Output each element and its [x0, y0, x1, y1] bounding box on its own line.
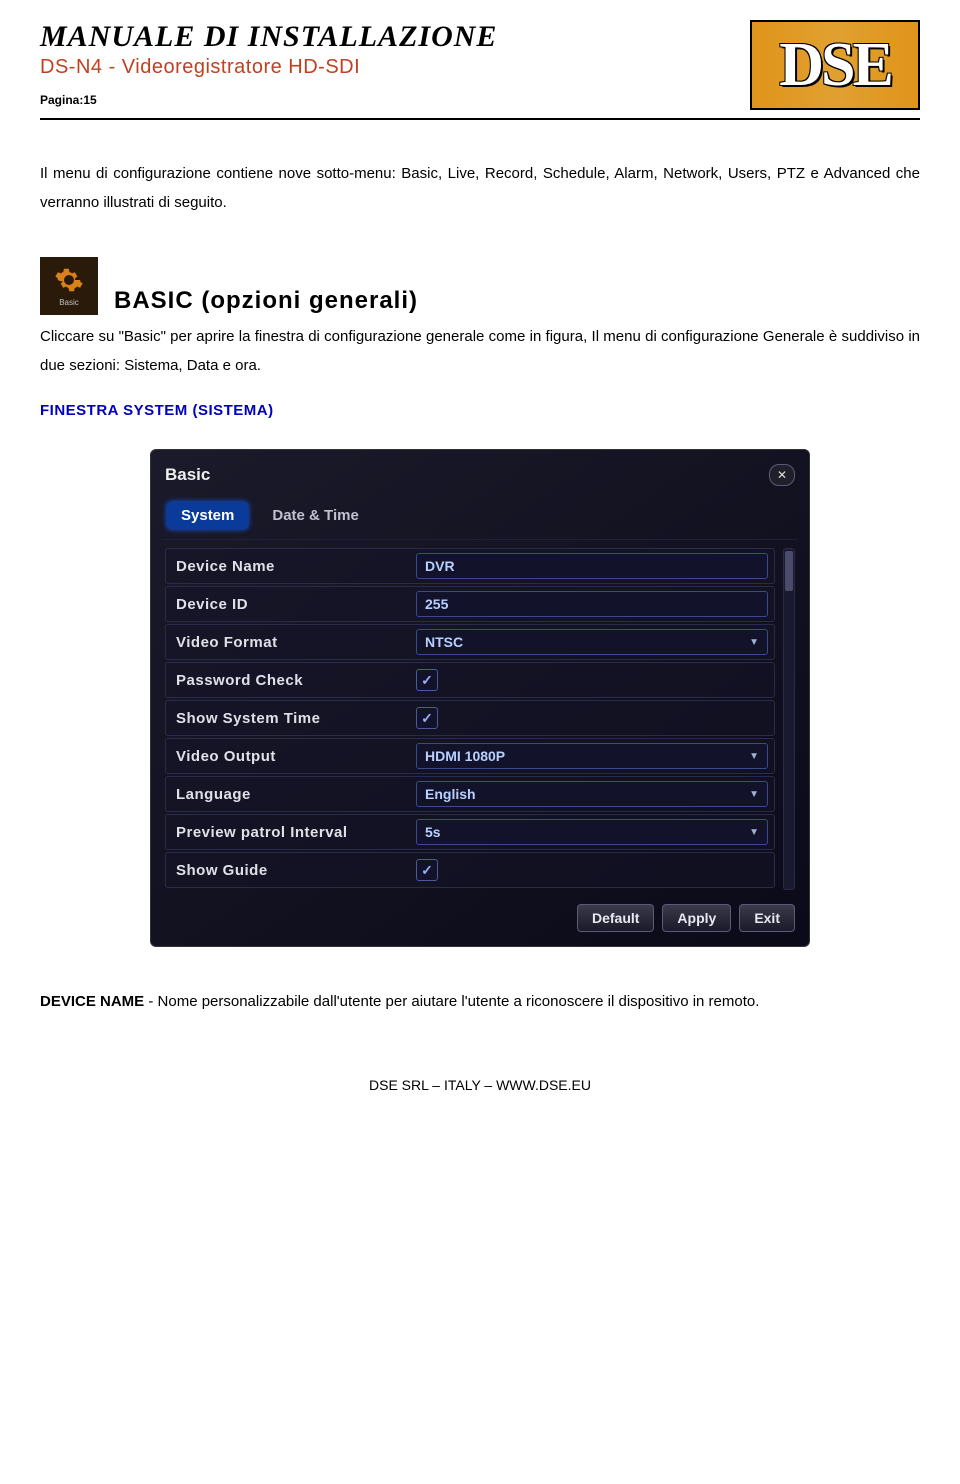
chevron-down-icon: ▼ — [749, 751, 759, 762]
field-value: HDMI 1080P — [425, 748, 505, 764]
basic-panel: Basic ✕ System Date & Time Device Name DV… — [150, 449, 810, 947]
basic-menu-icon: Basic — [40, 257, 98, 315]
select-field[interactable]: NTSC ▼ — [416, 629, 768, 655]
row-label: Show Guide — [166, 862, 416, 879]
close-icon: ✕ — [777, 468, 787, 482]
field-value: 255 — [425, 596, 448, 612]
text-field[interactable]: 255 — [416, 591, 768, 617]
chevron-down-icon: ▼ — [749, 637, 759, 648]
page-header: MANUALE DI INSTALLAZIONE DS-N4 - Videore… — [40, 20, 920, 110]
doc-subtitle: DS-N4 - Videoregistratore HD-SDI — [40, 56, 750, 79]
text-field[interactable]: DVR — [416, 553, 768, 579]
settings-row: Show System Time✓ — [165, 700, 775, 736]
row-label: Device Name — [166, 558, 416, 575]
select-field[interactable]: HDMI 1080P ▼ — [416, 743, 768, 769]
subheading-system: FINESTRA SYSTEM (SISTEMA) — [40, 402, 920, 419]
checkbox[interactable]: ✓ — [416, 669, 438, 691]
row-label: Show System Time — [166, 710, 416, 727]
field-value: English — [425, 786, 476, 802]
panel-tabs: System Date & Time — [163, 496, 797, 540]
settings-row: Video Output HDMI 1080P ▼ — [165, 738, 775, 774]
select-field[interactable]: English ▼ — [416, 781, 768, 807]
tab-system[interactable]: System — [167, 502, 248, 529]
row-label: Video Format — [166, 634, 416, 651]
page-footer: DSE SRL – ITALY – WWW.DSE.EU — [40, 1077, 920, 1093]
row-label: Video Output — [166, 748, 416, 765]
apply-button[interactable]: Apply — [662, 904, 731, 932]
select-field[interactable]: 5s ▼ — [416, 819, 768, 845]
settings-row: Show Guide✓ — [165, 852, 775, 888]
row-label: Device ID — [166, 596, 416, 613]
chevron-down-icon: ▼ — [749, 789, 759, 800]
settings-row: Preview patrol Interval 5s ▼ — [165, 814, 775, 850]
doc-title: MANUALE DI INSTALLAZIONE — [40, 20, 750, 54]
section-heading: BASIC (opzioni generali) — [114, 287, 418, 315]
settings-row: Device ID 255 — [165, 586, 775, 622]
settings-row: Password Check✓ — [165, 662, 775, 698]
checkbox[interactable]: ✓ — [416, 707, 438, 729]
field-value: 5s — [425, 824, 441, 840]
settings-row: Language English ▼ — [165, 776, 775, 812]
panel-scrollbar[interactable] — [783, 548, 795, 890]
page-number: Pagina:15 — [40, 93, 750, 107]
intro-paragraph: Il menu di configurazione contiene nove … — [40, 160, 920, 217]
field-value: NTSC — [425, 634, 463, 650]
device-name-paragraph: DEVICE NAME - Nome personalizzabile dall… — [40, 987, 920, 1017]
row-label: Preview patrol Interval — [166, 824, 416, 841]
settings-row: Device Name DVR — [165, 548, 775, 584]
field-value: DVR — [425, 558, 455, 574]
row-label: Password Check — [166, 672, 416, 689]
dse-logo: DSE — [750, 20, 920, 110]
settings-row: Video Format NTSC ▼ — [165, 624, 775, 660]
checkbox[interactable]: ✓ — [416, 859, 438, 881]
header-divider — [40, 118, 920, 120]
chevron-down-icon: ▼ — [749, 827, 759, 838]
exit-button[interactable]: Exit — [739, 904, 795, 932]
tab-date-time[interactable]: Date & Time — [258, 502, 372, 529]
default-button[interactable]: Default — [577, 904, 654, 932]
close-button[interactable]: ✕ — [769, 464, 795, 486]
panel-title: Basic — [165, 465, 210, 485]
scrollbar-thumb[interactable] — [785, 551, 793, 591]
section-paragraph: Cliccare su "Basic" per aprire la finest… — [40, 323, 920, 380]
row-label: Language — [166, 786, 416, 803]
gear-icon — [54, 265, 84, 295]
